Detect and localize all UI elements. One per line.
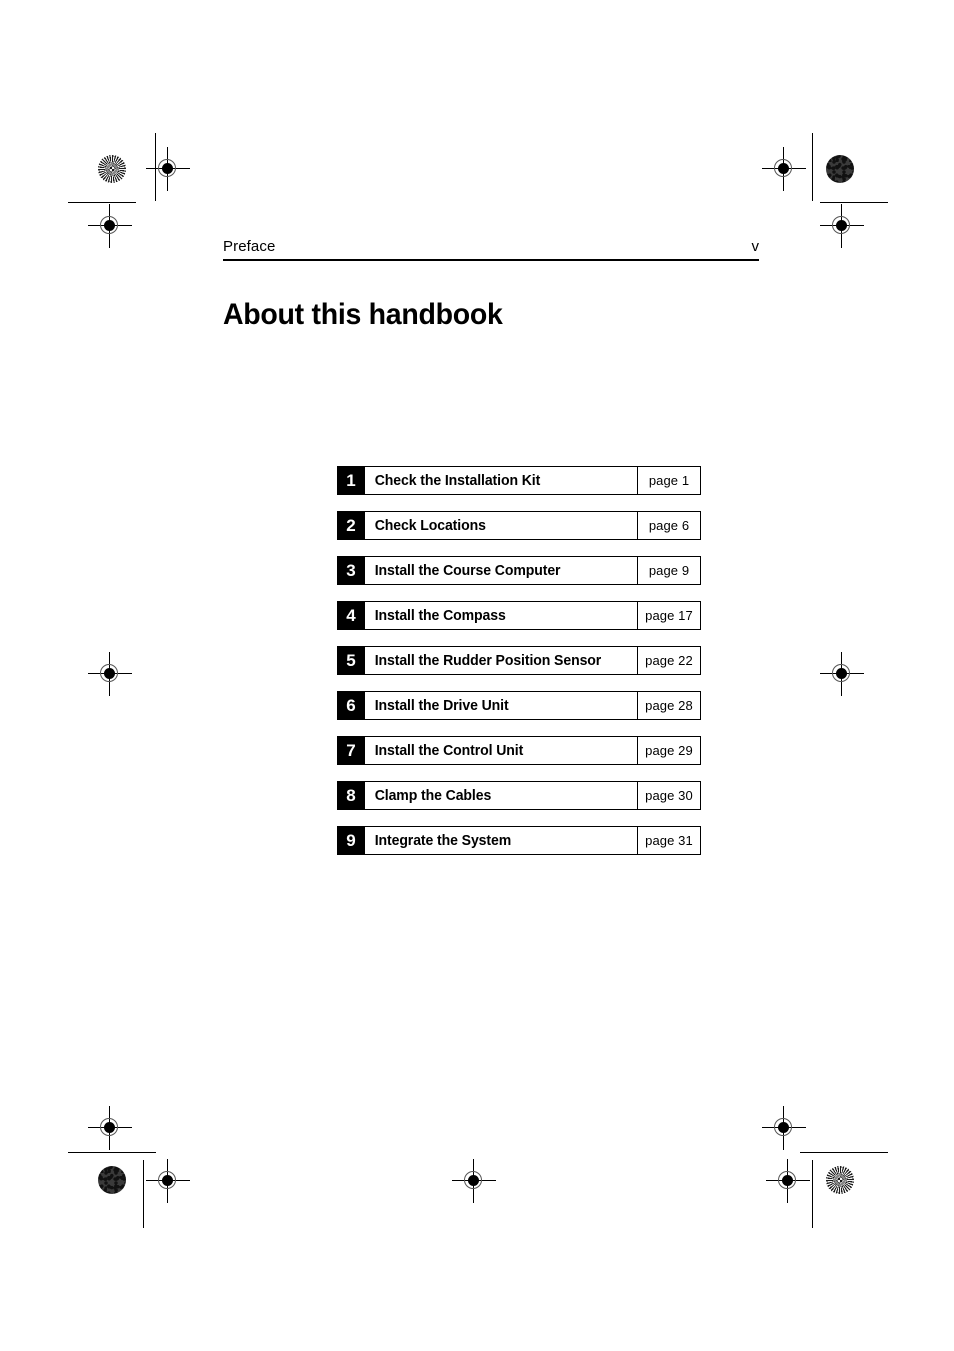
registration-mark-bottom-left-inner <box>146 1159 190 1203</box>
step-page-reference: page 22 <box>645 653 693 668</box>
step-page-reference: page 31 <box>645 833 693 848</box>
step-page-reference: page 30 <box>645 788 693 803</box>
density-target-top-right <box>826 155 854 183</box>
step-number-badge: 9 <box>337 826 365 855</box>
table-row: 8 Clamp the Cables page 30 <box>337 781 701 810</box>
step-number-badge: 3 <box>337 556 365 585</box>
trim-line-top-left-vertical <box>155 133 156 201</box>
step-number-badge: 6 <box>337 691 365 720</box>
star-target-top-left <box>98 155 126 183</box>
installation-steps-table: 1 Check the Installation Kit page 1 2 Ch… <box>337 466 701 855</box>
step-page-cell: page 6 <box>637 511 701 540</box>
trim-line-top-right-vertical <box>812 133 813 201</box>
registration-mark-bottom-left-outer <box>88 1106 132 1150</box>
trim-line-bottom-left-horizontal <box>68 1152 156 1153</box>
header-rule <box>223 259 759 261</box>
table-row: 4 Install the Compass page 17 <box>337 601 701 630</box>
step-page-reference: page 1 <box>648 473 690 488</box>
step-page-cell: page 29 <box>637 736 701 765</box>
registration-mark-bottom-center <box>452 1159 496 1203</box>
trim-line-top-left-horizontal <box>68 202 136 203</box>
step-page-reference: page 28 <box>645 698 693 713</box>
registration-mark-top-left-outer <box>88 204 132 248</box>
step-title-label: Install the Rudder Position Sensor <box>374 652 602 669</box>
step-page-cell: page 30 <box>637 781 701 810</box>
step-title-label: Install the Course Computer <box>374 562 561 579</box>
step-title-label: Check the Installation Kit <box>374 472 541 489</box>
registration-mark-bottom-right-outer <box>762 1106 806 1150</box>
registration-mark-middle-left <box>88 652 132 696</box>
step-title-cell: Clamp the Cables <box>365 781 637 810</box>
step-title-cell: Integrate the System <box>365 826 637 855</box>
density-target-bottom-left <box>98 1166 126 1194</box>
step-page-cell: page 22 <box>637 646 701 675</box>
step-title-label: Install the Control Unit <box>374 742 524 759</box>
step-title-label: Install the Drive Unit <box>374 697 509 714</box>
running-header: Preface v <box>223 238 759 261</box>
step-page-cell: page 28 <box>637 691 701 720</box>
trim-line-bottom-left-vertical <box>143 1160 144 1228</box>
step-number-badge: 5 <box>337 646 365 675</box>
trim-line-bottom-right-horizontal <box>800 1152 888 1153</box>
table-row: 5 Install the Rudder Position Sensor pag… <box>337 646 701 675</box>
step-title-label: Clamp the Cables <box>374 787 492 804</box>
registration-mark-top-right-outer <box>820 204 864 248</box>
step-number-badge: 1 <box>337 466 365 495</box>
step-title-cell: Install the Course Computer <box>365 556 637 585</box>
step-title-label: Integrate the System <box>374 832 512 849</box>
step-page-cell: page 31 <box>637 826 701 855</box>
step-page-reference: page 9 <box>648 563 690 578</box>
registration-mark-top-left-inner <box>146 147 190 191</box>
step-page-reference: page 6 <box>648 518 690 533</box>
table-row: 2 Check Locations page 6 <box>337 511 701 540</box>
header-page-number: v <box>751 238 760 255</box>
page-title: About this handbook <box>223 298 503 332</box>
step-number-badge: 2 <box>337 511 365 540</box>
header-section-label: Preface <box>223 238 276 255</box>
step-title-label: Check Locations <box>374 517 486 534</box>
step-title-cell: Install the Rudder Position Sensor <box>365 646 637 675</box>
step-number-badge: 7 <box>337 736 365 765</box>
trim-line-bottom-right-vertical <box>812 1160 813 1228</box>
document-page: Preface v About this handbook 1 Check th… <box>0 0 954 1351</box>
registration-mark-bottom-right-inner <box>766 1159 810 1203</box>
table-row: 9 Integrate the System page 31 <box>337 826 701 855</box>
step-page-reference: page 29 <box>645 743 693 758</box>
step-title-cell: Check the Installation Kit <box>365 466 637 495</box>
step-title-cell: Install the Control Unit <box>365 736 637 765</box>
step-number-badge: 4 <box>337 601 365 630</box>
registration-mark-top-right-inner <box>762 147 806 191</box>
step-page-cell: page 9 <box>637 556 701 585</box>
step-title-label: Install the Compass <box>374 607 506 624</box>
step-title-cell: Install the Drive Unit <box>365 691 637 720</box>
star-target-bottom-right <box>826 1166 854 1194</box>
registration-mark-middle-right <box>820 652 864 696</box>
step-number-badge: 8 <box>337 781 365 810</box>
table-row: 7 Install the Control Unit page 29 <box>337 736 701 765</box>
table-row: 1 Check the Installation Kit page 1 <box>337 466 701 495</box>
step-page-cell: page 1 <box>637 466 701 495</box>
table-row: 6 Install the Drive Unit page 28 <box>337 691 701 720</box>
step-title-cell: Check Locations <box>365 511 637 540</box>
step-page-reference: page 17 <box>645 608 693 623</box>
table-row: 3 Install the Course Computer page 9 <box>337 556 701 585</box>
step-page-cell: page 17 <box>637 601 701 630</box>
trim-line-top-right-horizontal <box>820 202 888 203</box>
step-title-cell: Install the Compass <box>365 601 637 630</box>
